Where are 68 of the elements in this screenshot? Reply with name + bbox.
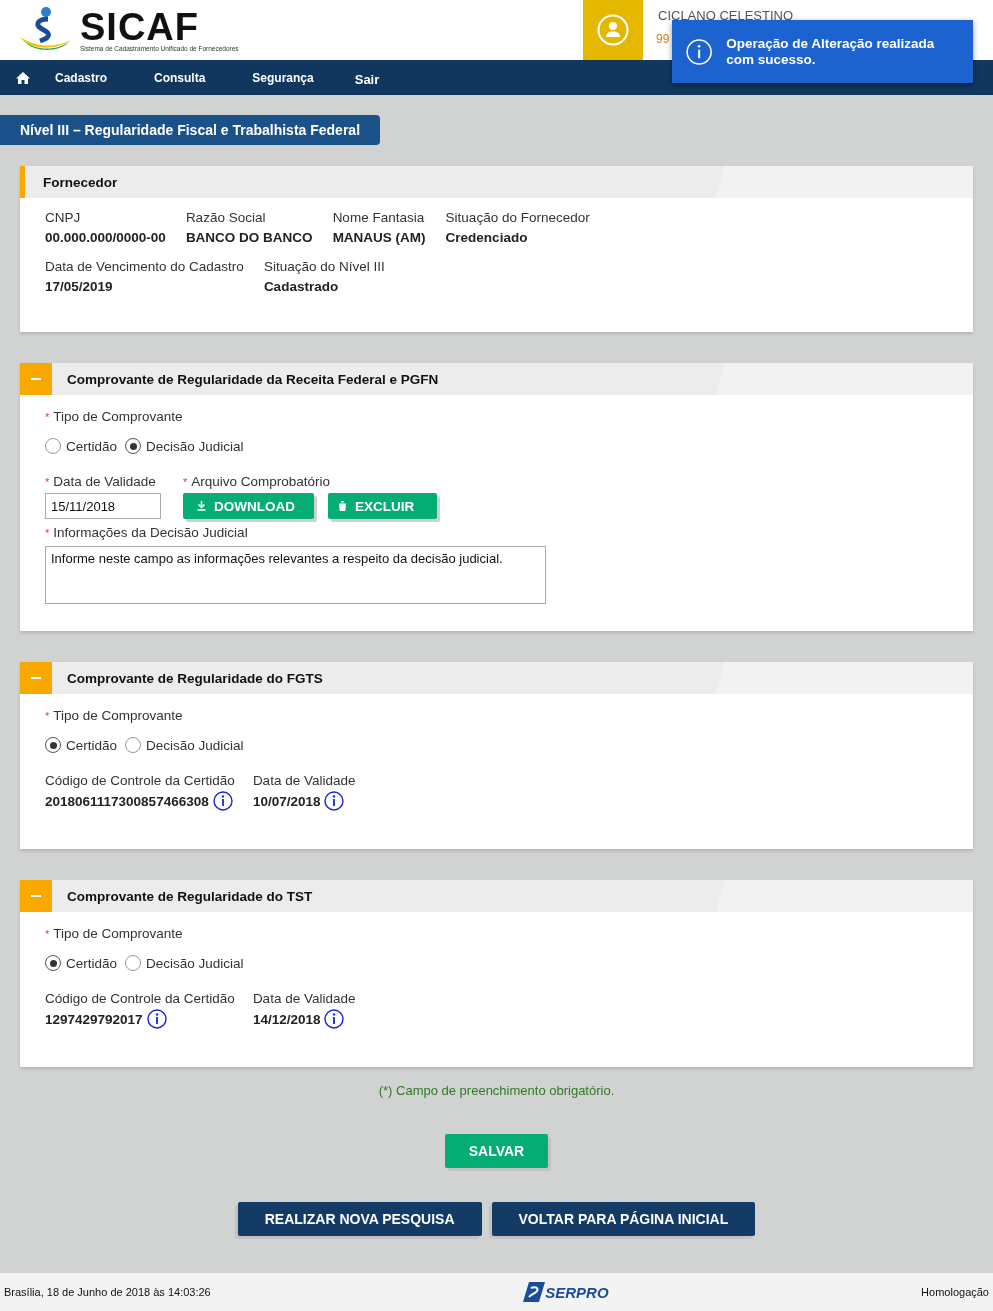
decision-info-field[interactable]: Informe neste campo as informações relevantes a respeito da decisão judicial. <box>45 546 546 604</box>
field-label: Data de Validade <box>252 773 356 788</box>
radio-label[interactable]: Certidão <box>66 737 118 753</box>
user-phone: 99 <box>656 32 670 46</box>
field-label: Código de Controle da Certidão <box>45 991 235 1006</box>
environment-label: Homologação <box>921 1286 989 1298</box>
radio-button[interactable] <box>125 438 142 454</box>
required-note: (*) Campo de preenchimento obrigatório. <box>377 1083 616 1098</box>
field-label: Situação do Nível III <box>263 259 385 274</box>
field-value: 1297429792017 <box>45 1011 143 1027</box>
field-label: Nome Fantasia <box>332 210 426 225</box>
field-value: BANCO DO BANCO <box>185 230 313 245</box>
field-label: Situação do Fornecedor <box>445 210 590 225</box>
logo-icon <box>523 1282 546 1302</box>
field-label: * Data de Validade <box>45 474 157 489</box>
footer-datetime: Brasília, 18 de Junho de 2018 às 14:03:26 <box>4 1286 211 1298</box>
radio-label[interactable]: Certidão <box>66 438 118 454</box>
nav-link[interactable]: Sair <box>354 71 380 87</box>
field-label: * Arquivo Comprobatório <box>183 474 332 489</box>
field-label: Código de Controle da Certidão <box>45 773 235 788</box>
radio-button[interactable] <box>45 955 61 971</box>
info-icon[interactable] <box>212 791 233 811</box>
download-icon <box>197 501 206 511</box>
radio-label[interactable]: Certidão <box>66 955 118 971</box>
page-title: Nível III – Regularidade Fiscal e Trabalhista Federal <box>0 115 381 145</box>
field-label: Data de Vencimento do Cadastro <box>45 259 244 274</box>
radio-button[interactable] <box>125 955 142 971</box>
info-icon[interactable] <box>324 791 345 811</box>
trash-icon <box>338 501 347 511</box>
field-value: 17/05/2019 <box>45 279 114 294</box>
field-label: * Tipo de Comprovante <box>45 708 183 723</box>
radio-button[interactable] <box>125 737 142 753</box>
field-value: 14/12/2018 <box>252 1011 321 1027</box>
info-icon[interactable] <box>324 1009 345 1029</box>
user-name: CICLANO CELESTINO <box>658 8 794 23</box>
nav-link[interactable]: Consulta <box>154 70 206 85</box>
field-label: CNPJ <box>45 210 82 225</box>
field-value: MANAUS (AM) <box>332 230 426 245</box>
field-value: 2018061117300857466308 <box>45 793 209 809</box>
field-value: Credenciado <box>445 230 529 245</box>
field-value: Cadastrado <box>263 279 340 294</box>
user-icon <box>597 14 629 46</box>
field-value: 10/07/2018 <box>252 793 321 809</box>
field-label: Data de Validade <box>252 991 356 1006</box>
section-title: Comprovante de Regularidade do FGTS <box>67 670 323 686</box>
section-title: Comprovante de Regularidade do TST <box>67 888 313 904</box>
info-icon[interactable] <box>146 1009 167 1029</box>
section-title: Comprovante de Regularidade da Receita Federal e PGFN <box>67 371 439 387</box>
nav-link[interactable]: Cadastro <box>55 70 107 85</box>
field-label: * Tipo de Comprovante <box>45 409 183 424</box>
home-icon[interactable] <box>16 71 30 84</box>
radio-button[interactable] <box>45 737 61 753</box>
toast-message: Operação de Alteração realizada com sucesso. <box>726 35 936 68</box>
section-title: Fornecedor <box>43 174 118 190</box>
field-value: 00.000.000/0000-00 <box>45 230 166 245</box>
logo-title: SICAF <box>80 8 199 45</box>
radio-label[interactable]: Decisão Judicial <box>146 737 244 753</box>
radio-label[interactable]: Decisão Judicial <box>146 955 244 971</box>
field-label: Razão Social <box>185 210 267 225</box>
footer-logo: SERPRO <box>545 1283 609 1301</box>
date-field[interactable]: 15/11/2018 <box>45 493 161 519</box>
field-label: * Informações da Decisão Judicial <box>45 525 248 540</box>
nav-link[interactable]: Segurança <box>252 70 314 85</box>
radio-label[interactable]: Decisão Judicial <box>146 438 244 454</box>
action-button[interactable]: VOLTAR PARA PÁGINA INICIAL <box>491 1202 756 1236</box>
radio-button[interactable] <box>45 438 61 454</box>
field-label: * Tipo de Comprovante <box>45 926 183 941</box>
action-button[interactable]: REALIZAR NOVA PESQUISA <box>237 1202 482 1236</box>
